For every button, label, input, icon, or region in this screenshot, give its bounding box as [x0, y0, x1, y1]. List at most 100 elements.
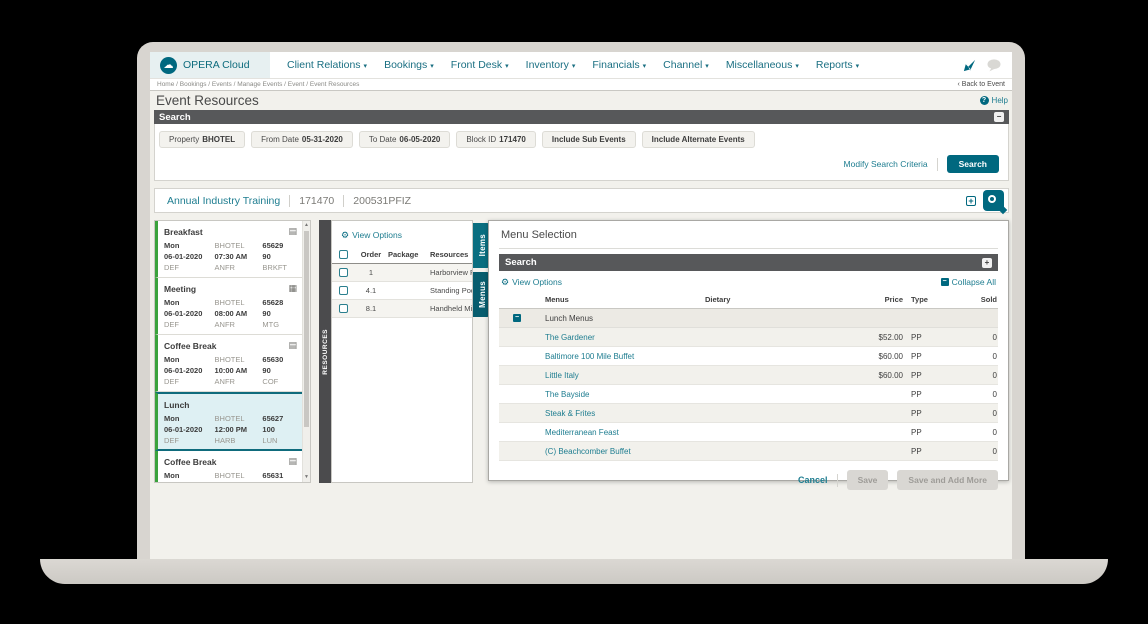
event-cell: 65631 — [262, 471, 297, 480]
row-checkbox[interactable] — [339, 286, 348, 295]
nav-item-front-desk[interactable]: Front Desk▾ — [451, 59, 509, 71]
help-link[interactable]: ? Help — [980, 96, 1008, 105]
scrollbar-track[interactable] — [303, 230, 310, 473]
menu-type: PP — [903, 447, 958, 456]
row-checkbox[interactable] — [339, 304, 348, 313]
collapse-all-link[interactable]: − Collapse All — [941, 277, 996, 287]
menu-row-the-bayside[interactable]: The BaysidePP0 — [499, 385, 998, 404]
cancel-link[interactable]: Cancel — [798, 475, 828, 485]
chip-value: 171470 — [499, 135, 526, 144]
search-panel-header[interactable]: Search − — [154, 110, 1009, 124]
chevron-down-icon: ▾ — [795, 63, 799, 70]
search-chip-block-id[interactable]: Block ID171470 — [456, 131, 536, 148]
search-chip-to-date[interactable]: To Date06-05-2020 — [359, 131, 451, 148]
menu-row-c-beachcomber-buffet[interactable]: (C) Beachcomber BuffetPP0 — [499, 442, 998, 461]
search-chip-property[interactable]: PropertyBHOTEL — [159, 131, 245, 148]
event-card-meeting[interactable]: Meeting▦MonBHOTEL6562806-01-202008:00 AM… — [155, 278, 302, 335]
resource-row[interactable]: 8.1Handheld Micropho — [332, 300, 472, 318]
menu-link[interactable]: (C) Beachcomber Buffet — [545, 447, 705, 456]
menu-row-mediterranean-feast[interactable]: Mediterranean FeastPP0 — [499, 423, 998, 442]
menu-price: $52.00 — [843, 333, 903, 342]
brand-name: OPERA Cloud — [183, 59, 250, 71]
search-actions: Modify Search Criteria Search — [844, 155, 999, 173]
resource-row[interactable]: 4.1Standing Podium — [332, 282, 472, 300]
expand-panel-icon[interactable]: + — [982, 258, 992, 268]
menu-view-options-link[interactable]: ⚙ View Options — [501, 277, 562, 287]
menu-price: $60.00 — [843, 371, 903, 380]
search-panel-title: Search — [159, 112, 191, 123]
event-cell: 06-01-2020 — [164, 366, 215, 375]
nav-item-channel[interactable]: Channel▾ — [663, 59, 709, 71]
row-checkbox[interactable] — [339, 268, 348, 277]
menu-group-row[interactable]: −Lunch Menus — [499, 309, 998, 328]
nav-item-reports[interactable]: Reports▾ — [816, 59, 859, 71]
menu-type: PP — [903, 371, 958, 380]
event-card-coffee-break[interactable]: Coffee Break▤MonBHOTEL65631 — [155, 451, 302, 482]
resource-name: Harborview Ro — [430, 268, 472, 277]
search-chip-from-date[interactable]: From Date05-31-2020 — [251, 131, 353, 148]
menu-row-the-gardener[interactable]: The Gardener$52.00PP0 — [499, 328, 998, 347]
collapse-group-icon[interactable]: − — [513, 314, 521, 322]
menu-link[interactable]: Mediterranean Feast — [545, 428, 705, 437]
search-button[interactable]: Search — [947, 155, 999, 173]
events-scrollbar[interactable]: ▲ ▼ — [302, 221, 310, 482]
event-cell: DEF — [164, 436, 215, 445]
menu-link[interactable]: The Bayside — [545, 390, 705, 399]
nav-item-bookings[interactable]: Bookings▾ — [384, 59, 434, 71]
chip-label: Block ID — [466, 135, 496, 144]
brand[interactable]: ☁ OPERA Cloud — [150, 52, 270, 78]
event-cell: 65628 — [262, 298, 297, 307]
main-menu: Client Relations▾ Bookings▾ Front Desk▾ Inv… — [287, 59, 962, 71]
event-card-coffee-break[interactable]: Coffee Break▤MonBHOTEL6563006-01-202010:… — [155, 335, 302, 392]
nav-item-client-relations[interactable]: Client Relations▾ — [287, 59, 367, 71]
resources-view-options-link[interactable]: ⚙ View Options — [341, 230, 472, 240]
menu-link[interactable]: Baltimore 100 Mile Buffet — [545, 352, 705, 361]
chevron-down-icon: ▾ — [856, 63, 860, 70]
menu-row-baltimore-100-mile-buffet[interactable]: Baltimore 100 Mile Buffet$60.00PP0 — [499, 347, 998, 366]
quick-launch-icon[interactable] — [962, 58, 977, 73]
resource-row[interactable]: 1Harborview Ro — [332, 264, 472, 282]
back-to-event-link[interactable]: ‹Back to Event — [957, 81, 1005, 88]
search-chip-include-sub-events[interactable]: Include Sub Events — [542, 131, 636, 148]
nav-item-financials[interactable]: Financials▾ — [592, 59, 646, 71]
nav-item-inventory[interactable]: Inventory▾ — [526, 59, 576, 71]
event-name-link[interactable]: Annual Industry Training — [167, 195, 280, 207]
boardroom-icon: ▦ — [288, 284, 297, 293]
menu-row-steak-frites[interactable]: Steak & FritesPP0 — [499, 404, 998, 423]
menu-link[interactable]: Steak & Frites — [545, 409, 705, 418]
scrollbar-thumb[interactable] — [304, 231, 309, 427]
nav-item-miscellaneous[interactable]: Miscellaneous▾ — [726, 59, 799, 71]
event-card-head: Lunch — [164, 400, 297, 410]
event-cell: BHOTEL — [215, 298, 263, 307]
event-card-breakfast[interactable]: Breakfast▤MonBHOTEL6562906-01-202007:30 … — [155, 221, 302, 278]
event-card-lunch[interactable]: LunchMonBHOTEL6562706-01-202012:00 PM100… — [155, 392, 302, 451]
column-sold: Sold — [958, 295, 998, 304]
resource-order: 8.1 — [354, 304, 388, 313]
modify-search-criteria-link[interactable]: Modify Search Criteria — [844, 159, 928, 169]
event-cell: 06-01-2020 — [164, 425, 215, 434]
resources-panel: ⚙ View Options OrderPackageResources1Har… — [331, 220, 473, 483]
search-criteria-chips: PropertyBHOTEL From Date05-31-2020 To Date… — [159, 131, 1008, 148]
event-cell: 06-01-2020 — [164, 309, 215, 318]
search-chip-include-alternate-events[interactable]: Include Alternate Events — [642, 131, 755, 148]
collapse-icon: − — [941, 278, 949, 286]
chat-bubble-icon[interactable] — [986, 59, 1002, 72]
scroll-up-icon[interactable]: ▲ — [303, 221, 310, 230]
banquet-icon: ▤ — [288, 457, 297, 466]
save-and-add-more-button[interactable]: Save and Add More — [897, 470, 998, 490]
collapse-panel-icon[interactable]: − — [994, 112, 1004, 122]
menu-type: PP — [903, 352, 958, 361]
menu-price: $60.00 — [843, 352, 903, 361]
menu-search-header[interactable]: Search + — [499, 254, 998, 271]
breadcrumb[interactable]: Home / Bookings / Events / Manage Events… — [157, 81, 359, 88]
event-card-head: Meeting▦ — [164, 284, 297, 294]
menu-sold: 0 — [958, 371, 998, 380]
menu-row-little-italy[interactable]: Little Italy $60.00PP0 — [499, 366, 998, 385]
scroll-down-icon[interactable]: ▼ — [303, 473, 310, 482]
save-button[interactable]: Save — [847, 470, 889, 490]
menu-link[interactable]: Little Italy — [545, 371, 705, 380]
menu-link[interactable]: The Gardener — [545, 333, 705, 342]
quick-actions-button[interactable] — [983, 190, 1004, 211]
add-icon[interactable]: + — [966, 196, 976, 206]
select-all-checkbox[interactable] — [339, 250, 348, 259]
